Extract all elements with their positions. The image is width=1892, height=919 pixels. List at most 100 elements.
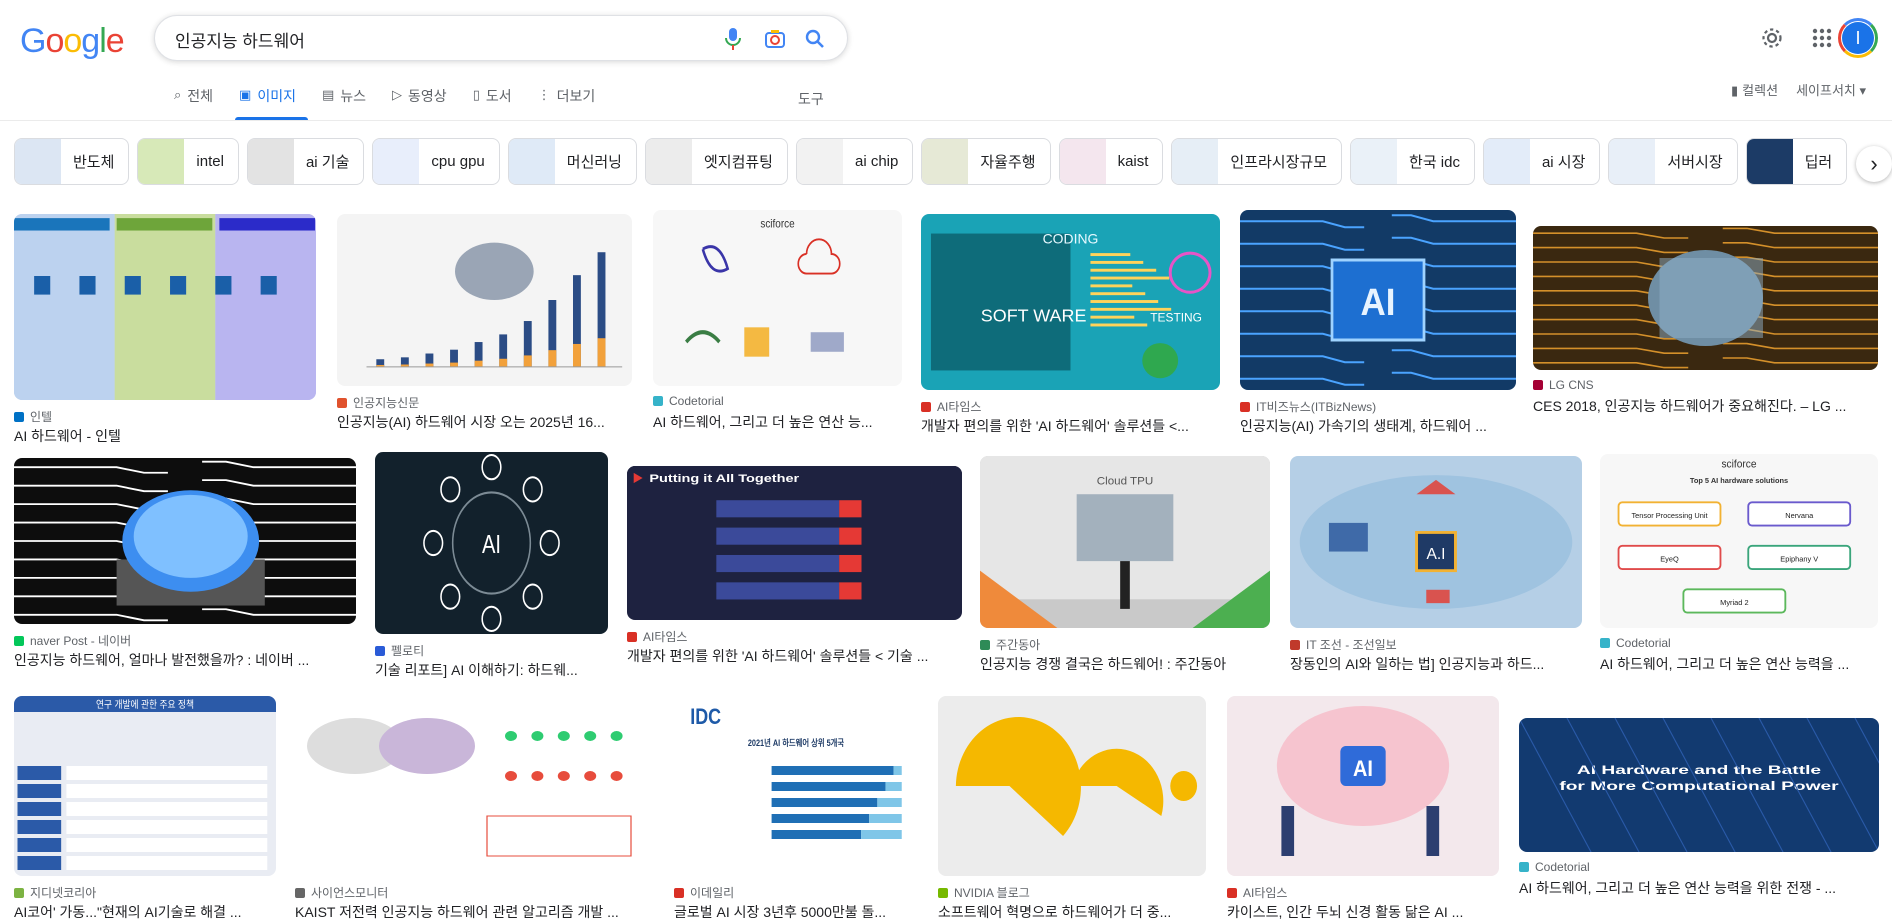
- result-title[interactable]: AI 하드웨어, 그리고 더 높은 연산 능력을 위한 전쟁 - ...: [1519, 878, 1879, 898]
- image-result[interactable]: NVIDIA 블로그 소프트웨어 혁명으로 하드웨어가 더 중...: [938, 696, 1206, 919]
- result-source[interactable]: 펠로티: [375, 642, 608, 659]
- result-source[interactable]: 이데일리: [674, 884, 918, 901]
- chip-item[interactable]: 서버시장: [1608, 138, 1738, 185]
- result-source[interactable]: IT 조선 - 조선일보: [1290, 636, 1582, 653]
- chip-item[interactable]: 자율주행: [921, 138, 1051, 185]
- result-title[interactable]: AI 하드웨어, 그리고 더 높은 연산 능력을 ...: [1600, 654, 1878, 674]
- chip-item[interactable]: 엣지컴퓨팅: [644, 138, 788, 185]
- result-title[interactable]: 인공지능 하드웨어, 얼마나 발전했을까? : 네이버 ...: [14, 650, 356, 670]
- chip-item[interactable]: 딥러: [1745, 138, 1848, 185]
- result-thumbnail[interactable]: AI: [1240, 210, 1516, 390]
- result-thumbnail[interactable]: 연구 개발에 관한 주요 정책: [14, 696, 276, 876]
- tab-news[interactable]: ▤ 뉴스: [322, 86, 366, 120]
- search-icon[interactable]: [803, 27, 827, 51]
- collections-link[interactable]: ▮ 컬렉션: [1731, 80, 1778, 99]
- result-title[interactable]: 인공지능(AI) 가속기의 생태계, 하드웨어 ...: [1240, 416, 1516, 436]
- tab-videos[interactable]: ▷ 동영상: [392, 86, 447, 120]
- chip-item[interactable]: 반도체: [14, 138, 130, 185]
- image-result[interactable]: 사이언스모니터 KAIST 저전력 인공지능 하드웨어 관련 알고리즘 개발 ..…: [295, 696, 655, 919]
- avatar[interactable]: I: [1838, 18, 1878, 58]
- chevron-right-icon[interactable]: ›: [1856, 146, 1892, 182]
- result-thumbnail[interactable]: [14, 214, 316, 400]
- tools-button[interactable]: 도구: [798, 89, 824, 109]
- result-title[interactable]: 인공지능 경쟁 결국은 하드웨어! : 주간동아: [980, 654, 1270, 674]
- result-source[interactable]: Codetorial: [1600, 636, 1878, 650]
- result-thumbnail[interactable]: A.I: [1290, 456, 1582, 628]
- image-result[interactable]: LG CNS CES 2018, 인공지능 하드웨어가 중요해진다. – LG .…: [1533, 226, 1878, 428]
- result-title[interactable]: 기술 리포트] AI 이해하기: 하드웨...: [375, 660, 608, 680]
- result-source[interactable]: Codetorial: [653, 394, 902, 408]
- result-title[interactable]: AI코어' 가동..."현재의 AI기술로 해결 ...: [14, 902, 276, 919]
- result-title[interactable]: 개발자 편의를 위한 'AI 하드웨어' 솔루션들 <...: [921, 416, 1220, 436]
- tab-books[interactable]: ▯ 도서: [473, 86, 512, 120]
- image-result[interactable]: sciforce Codetorial AI 하드웨어, 그리고 더 높은 연산 능…: [653, 210, 902, 444]
- result-title[interactable]: 소프트웨어 혁명으로 하드웨어가 더 중...: [938, 902, 1206, 919]
- image-result[interactable]: CODING SOFT WARE TESTING AI타임스 개발자 편의를 위한 'A…: [921, 214, 1220, 448]
- chip-item[interactable]: ai 시장: [1482, 138, 1601, 185]
- image-result[interactable]: AI Hardware and the Battle for More Compu…: [1519, 718, 1879, 910]
- result-title[interactable]: 장동인의 AI와 일하는 법] 인공지능과 하드...: [1290, 654, 1582, 674]
- image-result[interactable]: Putting it All Together AI타임스 개발자 편의를 위한 '…: [627, 466, 962, 678]
- result-source[interactable]: AI타임스: [627, 628, 962, 645]
- result-title[interactable]: KAIST 저전력 인공지능 하드웨어 관련 알고리즘 개발 ...: [295, 902, 655, 919]
- result-source[interactable]: 주간동아: [980, 636, 1270, 653]
- result-title[interactable]: AI 하드웨어, 그리고 더 높은 연산 능...: [653, 412, 902, 432]
- chip-item[interactable]: ai 기술: [246, 138, 365, 185]
- search-box[interactable]: [154, 15, 848, 61]
- result-thumbnail[interactable]: IDC 2021년 AI 하드웨어 상위 5개국: [674, 696, 918, 876]
- image-result[interactable]: AI AI타임스 카이스트, 인간 두뇌 신경 활동 닮은 AI ...: [1227, 696, 1499, 919]
- tab-images[interactable]: ▣ 이미지: [235, 86, 308, 120]
- result-title[interactable]: 글로벌 AI 시장 3년후 5000만불 돌...: [674, 902, 918, 919]
- result-source[interactable]: 인공지능신문: [337, 394, 632, 411]
- tab-all[interactable]: ⌕ 전체: [174, 86, 213, 120]
- image-result[interactable]: 연구 개발에 관한 주요 정책지디넷코리아 AI코어' 가동..."현재의 AI기…: [14, 696, 276, 919]
- result-source[interactable]: Codetorial: [1519, 860, 1879, 874]
- chip-item[interactable]: 한국 idc: [1350, 138, 1475, 185]
- result-title[interactable]: 인공지능(AI) 하드웨어 시장 오는 2025년 16...: [337, 412, 632, 432]
- chip-item[interactable]: 인프라시장규모: [1171, 138, 1343, 185]
- chip-item[interactable]: 머신러닝: [507, 138, 637, 185]
- image-result[interactable]: 인공지능신문 인공지능(AI) 하드웨어 시장 오는 2025년 16...: [337, 214, 632, 444]
- mic-icon[interactable]: [721, 27, 745, 51]
- result-thumbnail[interactable]: Cloud TPU: [980, 456, 1270, 628]
- result-thumbnail[interactable]: [337, 214, 632, 386]
- result-source[interactable]: IT비즈뉴스(ITBizNews): [1240, 398, 1516, 415]
- chip-item[interactable]: cpu gpu: [372, 138, 500, 185]
- image-result[interactable]: sciforce Top 5 AI hardware solutions Tenso…: [1600, 454, 1878, 686]
- result-source[interactable]: 사이언스모니터: [295, 884, 655, 901]
- image-result[interactable]: A.I IT 조선 - 조선일보 장동인의 AI와 일하는 법] 인공지능과 하드.…: [1290, 456, 1582, 686]
- image-result[interactable]: AI IT비즈뉴스(ITBizNews) 인공지능(AI) 가속기의 생태계, 하드…: [1240, 210, 1516, 448]
- result-source[interactable]: NVIDIA 블로그: [938, 884, 1206, 901]
- result-thumbnail[interactable]: Putting it All Together: [627, 466, 962, 620]
- result-thumbnail[interactable]: CODING SOFT WARE TESTING: [921, 214, 1220, 390]
- result-source[interactable]: AI타임스: [921, 398, 1220, 415]
- result-source[interactable]: naver Post - 네이버: [14, 632, 356, 649]
- image-result[interactable]: AI 펠로티 기술 리포트] AI 이해하기: 하드웨...: [375, 452, 608, 692]
- result-thumbnail[interactable]: [14, 458, 356, 624]
- result-thumbnail[interactable]: AI: [375, 452, 608, 634]
- image-result[interactable]: Cloud TPU 주간동아 인공지능 경쟁 결국은 하드웨어! : 주간동아: [980, 456, 1270, 686]
- image-result[interactable]: 인텔 AI 하드웨어 - 인텔: [14, 214, 316, 458]
- gear-icon[interactable]: [1756, 22, 1788, 54]
- result-thumbnail[interactable]: [1533, 226, 1878, 370]
- image-result[interactable]: naver Post - 네이버 인공지능 하드웨어, 얼마나 발전했을까? : …: [14, 458, 356, 682]
- result-thumbnail[interactable]: [295, 696, 655, 876]
- image-result[interactable]: IDC 2021년 AI 하드웨어 상위 5개국이데일리 글로벌 AI 시장 3년후…: [674, 696, 918, 919]
- result-source[interactable]: 지디넷코리아: [14, 884, 276, 901]
- chip-item[interactable]: ai chip: [796, 138, 914, 185]
- result-thumbnail[interactable]: [938, 696, 1206, 876]
- result-thumbnail[interactable]: sciforce: [653, 210, 902, 386]
- chip-item[interactable]: kaist: [1058, 138, 1164, 185]
- result-title[interactable]: CES 2018, 인공지능 하드웨어가 중요해진다. – LG ...: [1533, 396, 1878, 416]
- result-source[interactable]: AI타임스: [1227, 884, 1499, 901]
- result-source[interactable]: 인텔: [14, 408, 316, 425]
- result-title[interactable]: 개발자 편의를 위한 'AI 하드웨어' 솔루션들 < 기술 ...: [627, 646, 962, 666]
- tab-more[interactable]: ⋮ 더보기: [538, 86, 596, 120]
- chip-item[interactable]: intel: [137, 138, 239, 185]
- google-logo[interactable]: Google: [20, 22, 125, 60]
- safesearch-button[interactable]: 세이프서치 ▾: [1796, 80, 1866, 99]
- camera-icon[interactable]: [763, 27, 787, 51]
- result-thumbnail[interactable]: sciforce Top 5 AI hardware solutions Tenso…: [1600, 454, 1878, 628]
- result-title[interactable]: 카이스트, 인간 두뇌 신경 활동 닮은 AI ...: [1227, 902, 1499, 919]
- apps-grid-icon[interactable]: [1806, 22, 1838, 54]
